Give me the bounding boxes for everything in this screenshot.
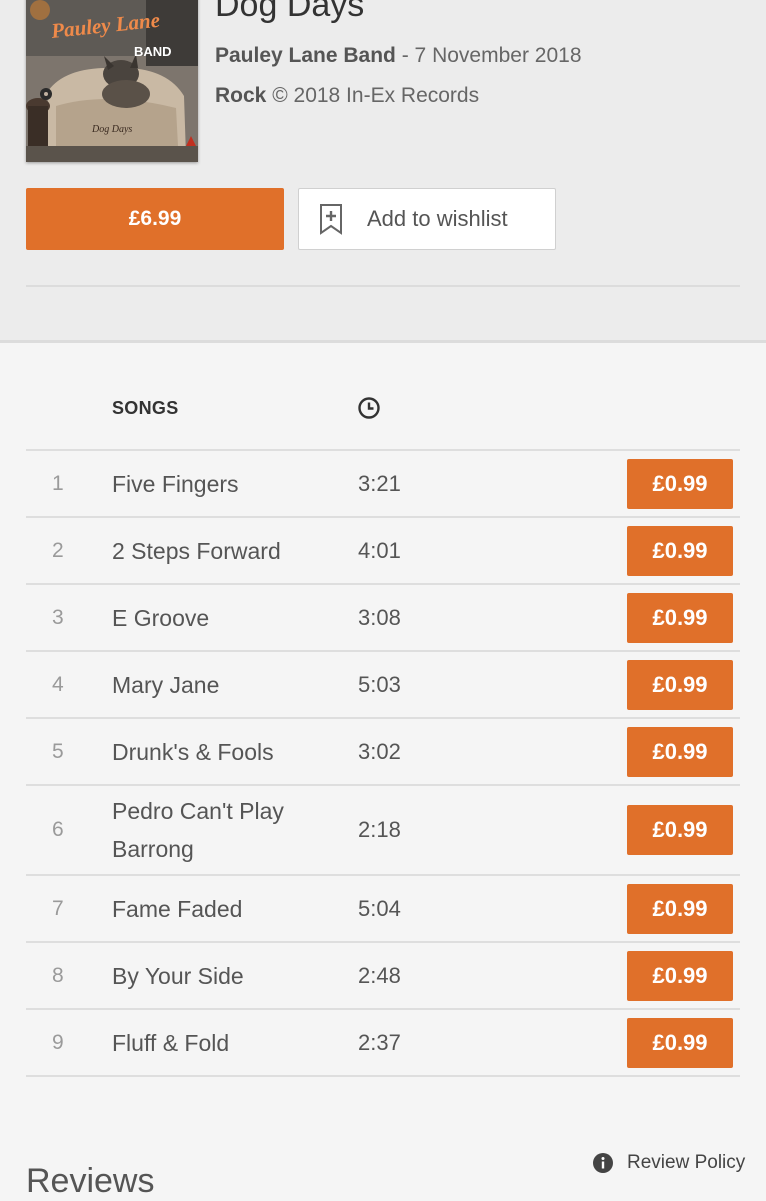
track-number: 4 (52, 672, 64, 696)
buy-track-button[interactable]: £0.99 (627, 659, 733, 710)
track-title[interactable]: By Your Side (112, 957, 332, 995)
track-duration: 4:01 (358, 537, 401, 563)
track-duration: 3:21 (358, 470, 401, 496)
song-row: 2 2 Steps Forward 4:01 £0.99 (26, 518, 740, 585)
artist-line: Pauley Lane Band - 7 November 2018 (215, 44, 582, 68)
track-duration: 2:18 (358, 817, 401, 842)
track-title[interactable]: E Groove (112, 599, 332, 637)
songs-table: 1 Five Fingers 3:21 £0.99 2 2 Steps Forw… (26, 449, 740, 1077)
album-title: Dog Days (215, 0, 365, 24)
buy-track-button[interactable]: £0.99 (627, 458, 733, 509)
track-number: 1 (52, 471, 64, 495)
track-number: 8 (52, 963, 64, 987)
song-row: 7 Fame Faded 5:04 £0.99 (26, 876, 740, 943)
song-row: 3 E Groove 3:08 £0.99 (26, 585, 740, 652)
track-duration: 3:08 (358, 604, 401, 630)
add-to-wishlist-button[interactable]: Add to wishlist (298, 188, 556, 250)
song-row: 4 Mary Jane 5:03 £0.99 (26, 652, 740, 719)
track-number: 6 (52, 818, 64, 841)
wishlist-label: Add to wishlist (367, 206, 508, 231)
song-row: 9 Fluff & Fold 2:37 £0.99 (26, 1010, 740, 1077)
track-number: 7 (52, 896, 64, 920)
copyright: © 2018 In-Ex Records (272, 84, 480, 107)
track-title[interactable]: Mary Jane (112, 666, 332, 704)
track-duration: 3:02 (358, 738, 401, 764)
buy-track-button[interactable]: £0.99 (627, 805, 733, 855)
release-date: - 7 November 2018 (401, 44, 582, 67)
track-title[interactable]: Fame Faded (112, 890, 332, 928)
buy-track-button[interactable]: £0.99 (627, 525, 733, 576)
track-duration: 5:03 (358, 671, 401, 697)
track-number: 3 (52, 605, 64, 629)
buy-track-button[interactable]: £0.99 (627, 726, 733, 777)
review-policy-label: Review Policy (627, 1152, 746, 1173)
track-title[interactable]: Five Fingers (112, 465, 332, 503)
songs-column-header: SONGS (112, 398, 179, 418)
track-title[interactable]: Drunk's & Fools (112, 733, 332, 771)
album-cover[interactable]: Pauley Lane BAND Dog Days (26, 0, 198, 162)
album-cover-art: Pauley Lane BAND Dog Days (26, 0, 198, 162)
reviews-heading: Reviews (26, 1162, 155, 1200)
artist-link[interactable]: Pauley Lane Band (215, 44, 396, 67)
cover-album-title: Dog Days (91, 124, 132, 135)
track-duration: 5:04 (358, 895, 401, 921)
buy-track-button[interactable]: £0.99 (627, 950, 733, 1001)
header-divider (26, 285, 740, 287)
buy-track-button[interactable]: £0.99 (627, 1017, 733, 1068)
cover-band-suffix: BAND (134, 44, 172, 59)
song-row: 6 Pedro Can't Play Barrong 2:18 £0.99 (26, 786, 740, 876)
track-duration: 2:37 (358, 1029, 401, 1055)
genre-link[interactable]: Rock (215, 84, 266, 107)
buy-track-button[interactable]: £0.99 (627, 883, 733, 934)
buy-album-button[interactable]: £6.99 (26, 188, 284, 250)
review-policy-link[interactable]: Review Policy (593, 1152, 745, 1174)
track-title[interactable]: Pedro Can't Play Barrong (112, 792, 332, 868)
song-row: 8 By Your Side 2:48 £0.99 (26, 943, 740, 1010)
buy-track-button[interactable]: £0.99 (627, 592, 733, 643)
track-number: 2 (52, 538, 64, 562)
bookmark-add-icon (320, 204, 342, 235)
album-header: Pauley Lane BAND Dog Days Dog Days Paule… (0, 0, 766, 343)
track-number: 9 (52, 1030, 64, 1054)
track-title[interactable]: Fluff & Fold (112, 1024, 332, 1062)
info-icon (593, 1153, 613, 1173)
track-title[interactable]: 2 Steps Forward (112, 532, 332, 570)
song-row: 5 Drunk's & Fools 3:02 £0.99 (26, 719, 740, 786)
clock-icon (358, 397, 380, 419)
track-number: 5 (52, 739, 64, 763)
genre-line: Rock © 2018 In-Ex Records (215, 84, 479, 108)
song-row: 1 Five Fingers 3:21 £0.99 (26, 451, 740, 518)
track-duration: 2:48 (358, 962, 401, 988)
